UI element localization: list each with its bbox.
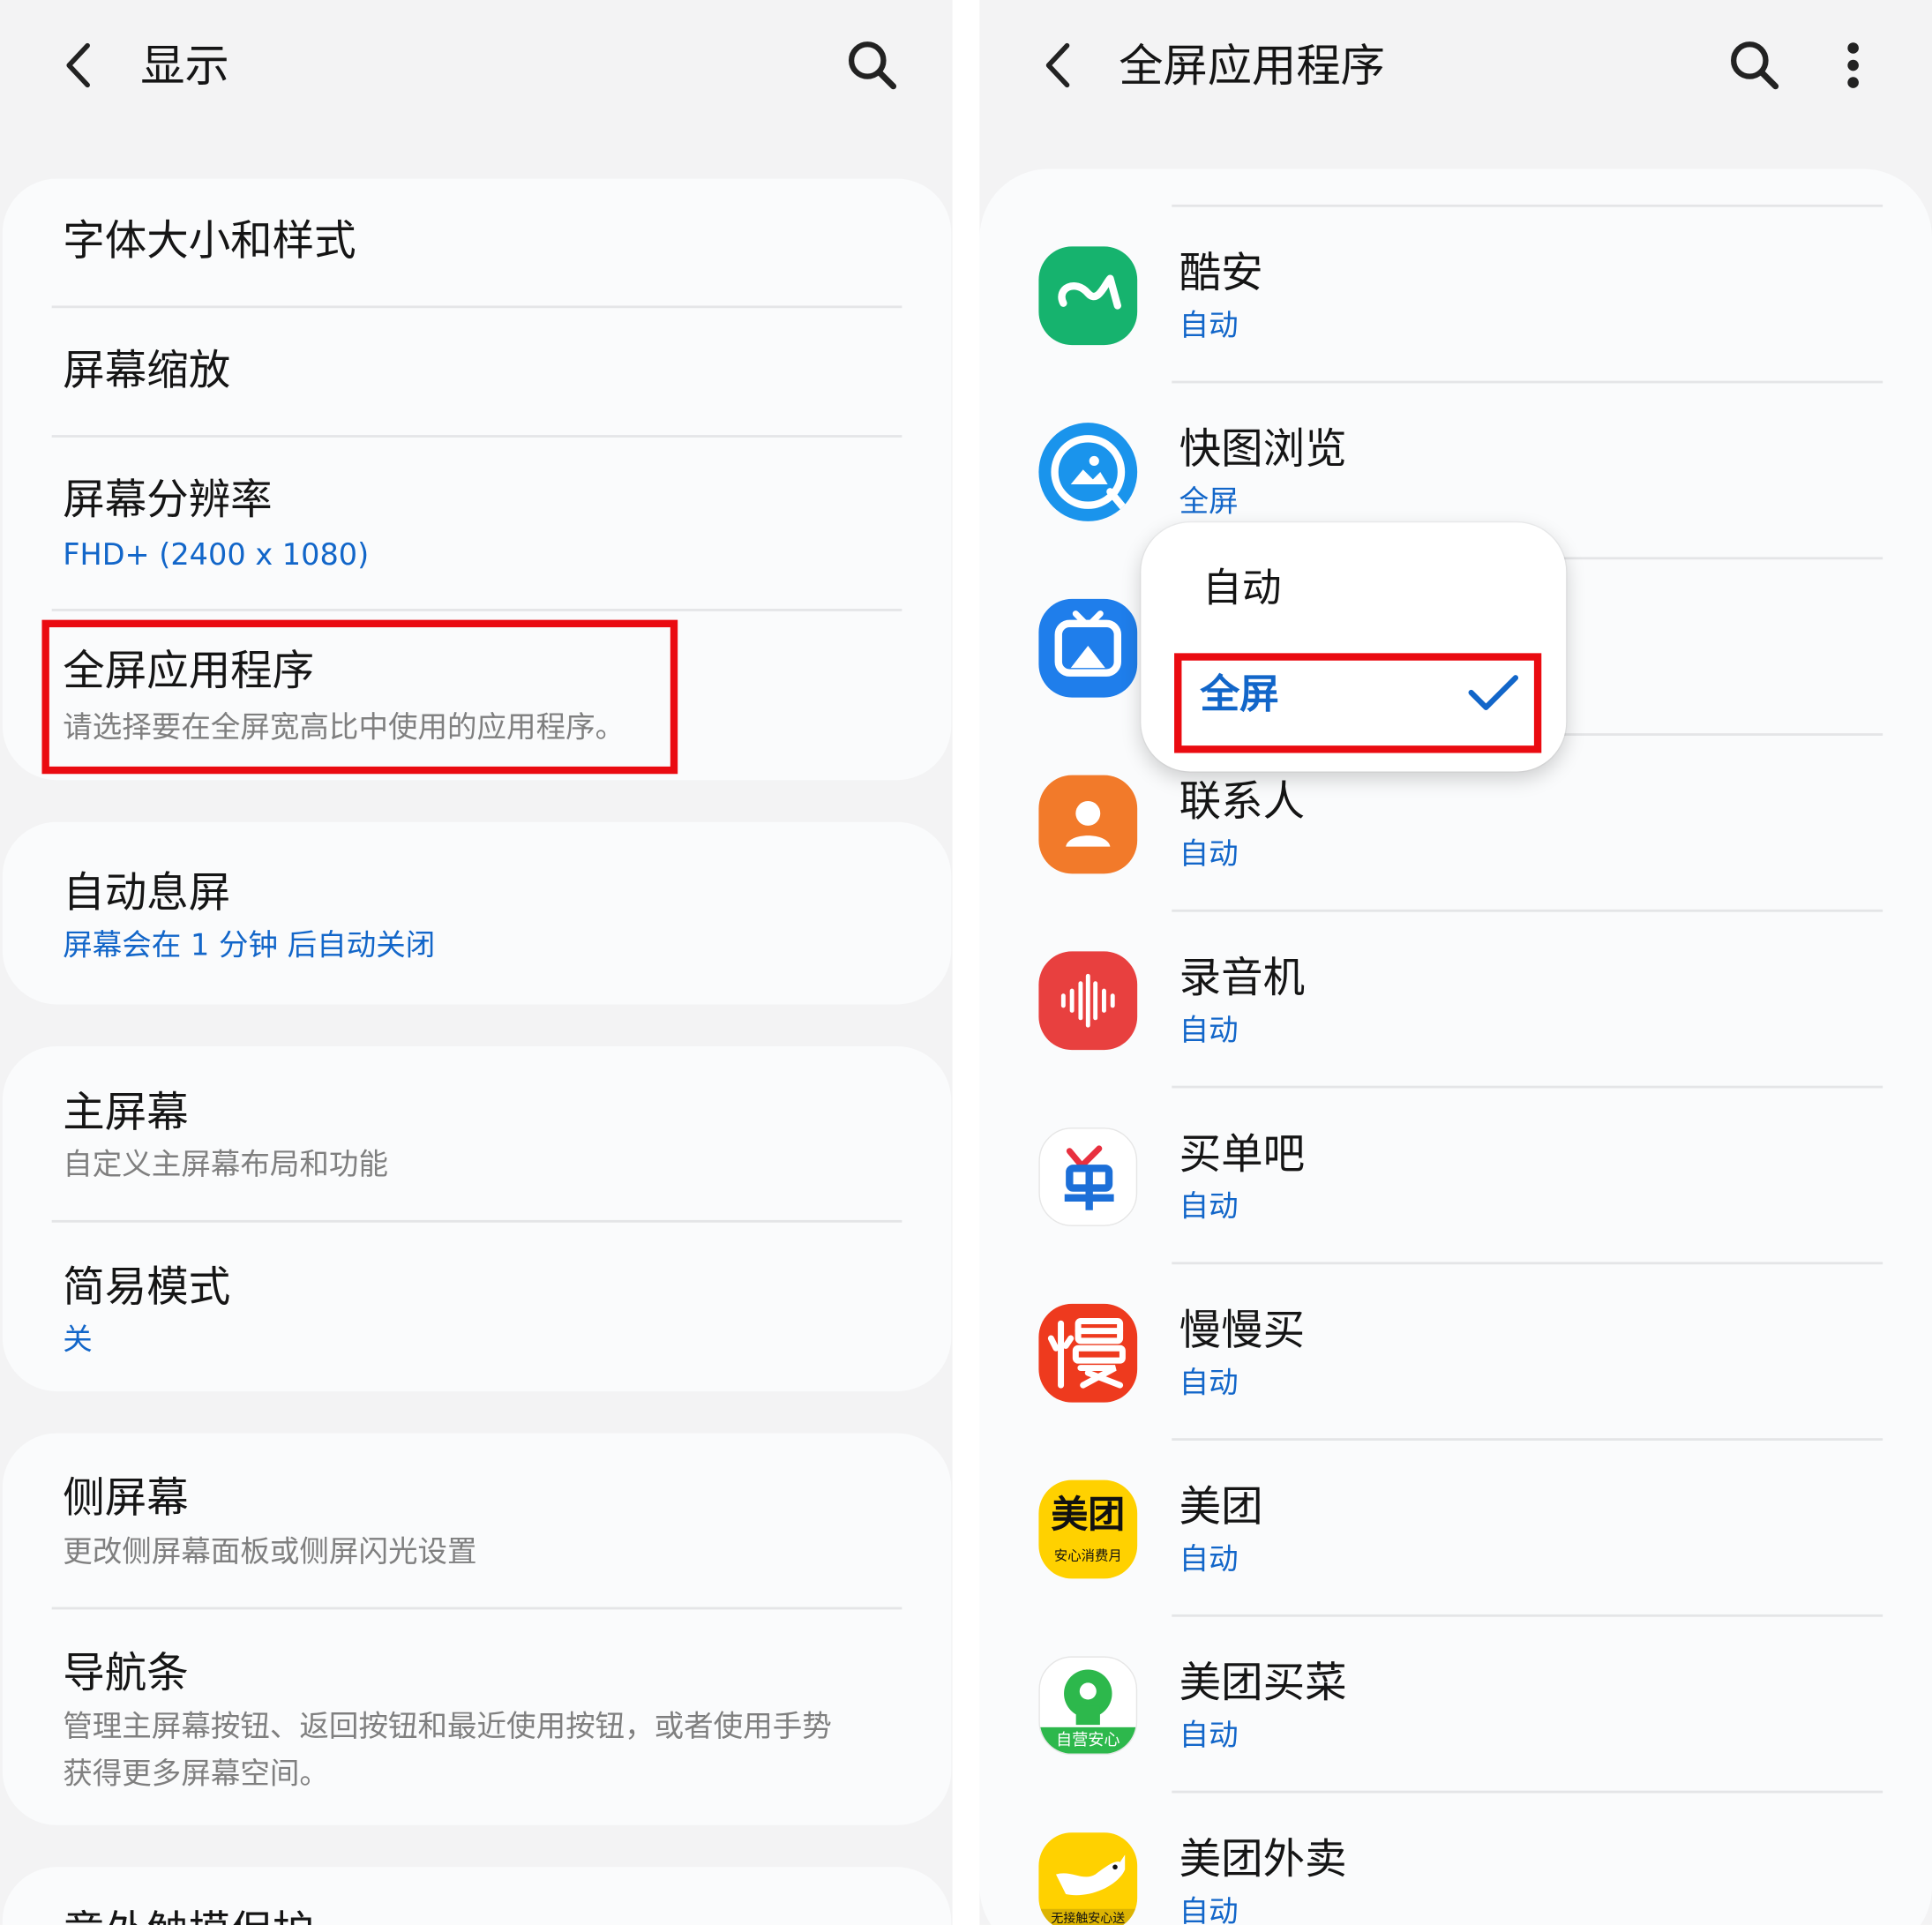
accidental-touch-protection-item[interactable]: 意外触摸保护 xyxy=(3,1867,951,1925)
full-screen-apps-header: 全屏应用程序 xyxy=(979,0,1932,138)
screen-zoom-item[interactable]: 屏幕缩放 xyxy=(3,308,951,436)
app-mode: 自动 xyxy=(1179,1013,1239,1048)
app-mode: 自动 xyxy=(1179,1189,1239,1225)
navigation-bar-item[interactable]: 导航条 管理主屏幕按钮、返回按钮和最近使用按钮，或者使用手势 获得更多屏幕空间。 xyxy=(3,1609,951,1824)
chevron-left-icon xyxy=(1040,41,1077,94)
app-name: 买单吧 xyxy=(1179,1129,1306,1180)
more-options-button[interactable] xyxy=(1816,31,1891,105)
meituan-maicai-icon-subtext: 自营安心 xyxy=(1055,1731,1120,1750)
screen-resolution-item[interactable]: 屏幕分辨率 FHD+ (2400 x 1080) xyxy=(3,438,951,609)
screenshot-stage: 显示 字体大小和样式 屏幕缩放 屏幕分辨率 FHD+ (2400 x 1080) xyxy=(0,0,1932,1925)
back-button[interactable] xyxy=(1024,34,1093,102)
app-mode: 自动 xyxy=(1179,1894,1239,1925)
app-mode: 自动 xyxy=(1179,1541,1239,1577)
meituan-icon-text: 美团 xyxy=(1051,1494,1126,1537)
meituan-waimai-app-icon: 无接触安心送 xyxy=(1038,1832,1138,1925)
display-settings-screen: 显示 字体大小和样式 屏幕缩放 屏幕分辨率 FHD+ (2400 x 1080) xyxy=(0,0,953,1925)
coolapk-app-icon xyxy=(1038,246,1138,346)
app-row-manmanmai[interactable]: 慢慢买 自动 xyxy=(979,1264,1932,1441)
meituan-app-icon: 美团 安心消费月 xyxy=(1038,1479,1138,1579)
item-title: 字体大小和样式 xyxy=(63,216,356,266)
item-title: 屏幕分辨率 xyxy=(63,476,273,526)
display-settings-card-2: 自动息屏 屏幕会在 1 分钟 后自动关闭 xyxy=(2,821,952,1005)
app-name: 美团外卖 xyxy=(1179,1834,1347,1884)
app-mode: 自动 xyxy=(1179,1365,1239,1400)
item-description-line-2: 获得更多屏幕空间。 xyxy=(63,1756,329,1791)
meituan-waimai-icon-subtext: 无接触安心送 xyxy=(1051,1912,1126,1925)
easy-mode-item[interactable]: 简易模式 关 xyxy=(3,1223,951,1391)
app-mode: 全屏 xyxy=(1179,483,1239,520)
option-label: 自动 xyxy=(1202,564,1282,611)
display-settings-card-5: 意外触摸保护 xyxy=(2,1867,952,1925)
app-name: 慢慢买 xyxy=(1179,1306,1306,1356)
video-app-icon xyxy=(1038,598,1138,698)
more-vertical-icon xyxy=(1846,41,1861,94)
screen-timeout-item[interactable]: 自动息屏 屏幕会在 1 分钟 后自动关闭 xyxy=(3,822,951,1005)
item-value: FHD+ (2400 x 1080) xyxy=(63,537,370,573)
item-title: 侧屏幕 xyxy=(63,1473,189,1524)
item-description-line-1: 管理主屏幕按钮、返回按钮和最近使用按钮，或者使用手势 xyxy=(63,1709,832,1744)
item-title: 屏幕缩放 xyxy=(63,346,231,396)
app-row-voice-recorder[interactable]: 录音机 自动 xyxy=(979,912,1932,1089)
home-screen-item[interactable]: 主屏幕 自定义主屏幕布局和功能 xyxy=(3,1046,951,1220)
search-icon xyxy=(847,40,899,96)
app-row-meituan[interactable]: 美团 安心消费月 美团 自动 xyxy=(979,1441,1932,1617)
page-title: 全屏应用程序 xyxy=(1119,41,1385,93)
edge-screen-item[interactable]: 侧屏幕 更改侧屏幕面板或侧屏闪光设置 xyxy=(3,1434,951,1607)
contacts-app-icon xyxy=(1038,775,1138,874)
item-title: 意外触摸保护 xyxy=(63,1904,314,1925)
font-size-style-item[interactable]: 字体大小和样式 xyxy=(3,179,951,307)
search-button[interactable] xyxy=(1718,31,1792,105)
app-row-meituan-maicai[interactable]: 自营安心 美团买菜 自动 xyxy=(979,1617,1932,1794)
app-name: 美团 xyxy=(1179,1482,1263,1532)
quickpic-app-icon xyxy=(1038,423,1138,521)
item-title: 导航条 xyxy=(63,1649,189,1698)
display-header: 显示 xyxy=(0,0,953,138)
item-value: 关 xyxy=(63,1322,93,1357)
app-mode: 自动 xyxy=(1179,1718,1239,1753)
item-title: 主屏幕 xyxy=(63,1088,189,1138)
search-icon xyxy=(1729,40,1781,96)
voice-recorder-app-icon xyxy=(1038,951,1138,1051)
app-row-maidanba[interactable]: 买单吧 自动 xyxy=(979,1088,1932,1264)
meituan-maicai-app-icon: 自营安心 xyxy=(1038,1656,1138,1756)
app-mode: 自动 xyxy=(1179,308,1239,343)
meituan-icon-subtext: 安心消费月 xyxy=(1053,1547,1122,1564)
app-name: 联系人 xyxy=(1179,777,1306,828)
app-name: 美团买菜 xyxy=(1179,1659,1347,1709)
page-title: 显示 xyxy=(140,41,229,93)
item-description: 更改侧屏幕面板或侧屏闪光设置 xyxy=(63,1534,477,1569)
chevron-left-icon xyxy=(60,41,97,94)
item-title: 自动息屏 xyxy=(63,868,231,918)
fullscreen-option-highlight xyxy=(1174,653,1542,753)
display-settings-card-3: 主屏幕 自定义主屏幕布局和功能 简易模式 关 xyxy=(2,1045,952,1392)
item-value: 屏幕会在 1 分钟 后自动关闭 xyxy=(63,927,436,962)
app-row-meituan-waimai[interactable]: 无接触安心送 美团外卖 自动 xyxy=(979,1793,1932,1925)
popup-option-auto[interactable]: 自动 xyxy=(1141,544,1566,633)
full-screen-apps-screen: 全屏应用程序 酷安 自动 快图浏览 全屏 联系人 自动 录音机 自动 买单吧 自… xyxy=(979,0,1932,1925)
back-button[interactable] xyxy=(44,34,113,102)
app-mode: 自动 xyxy=(1179,836,1239,872)
app-name: 酷安 xyxy=(1179,249,1263,299)
app-row-coolapk[interactable]: 酷安 自动 xyxy=(979,207,1932,384)
search-button[interactable] xyxy=(835,31,910,105)
app-name: 录音机 xyxy=(1179,954,1306,1004)
item-title: 简易模式 xyxy=(63,1262,231,1313)
app-list: 酷安 自动 快图浏览 全屏 联系人 自动 录音机 自动 买单吧 自动 慢慢买 自… xyxy=(979,169,1932,1925)
app-name: 快图浏览 xyxy=(1179,424,1347,475)
display-settings-card-4: 侧屏幕 更改侧屏幕面板或侧屏闪光设置 导航条 管理主屏幕按钮、返回按钮和最近使用… xyxy=(2,1433,952,1825)
full-screen-apps-highlight xyxy=(41,619,678,775)
item-description: 自定义主屏幕布局和功能 xyxy=(63,1147,388,1182)
maidanba-app-icon xyxy=(1038,1127,1138,1226)
manmanmai-app-icon xyxy=(1038,1303,1138,1403)
